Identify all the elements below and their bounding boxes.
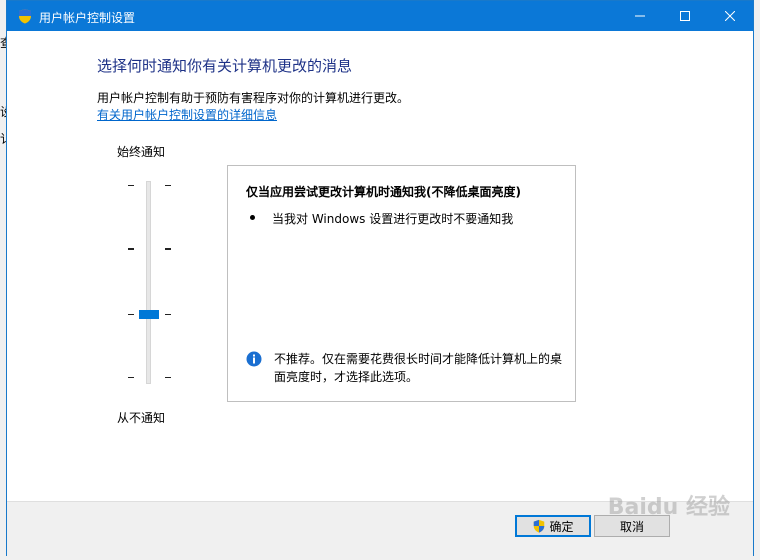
slider-top-label: 始终通知 bbox=[117, 145, 166, 159]
slider-tick bbox=[128, 377, 134, 378]
level-title: 仅当应用尝试更改计算机时通知我(不降低桌面亮度) bbox=[246, 185, 521, 199]
slider-tick bbox=[165, 248, 171, 250]
notification-level-slider-track[interactable] bbox=[146, 181, 151, 384]
close-icon bbox=[725, 11, 735, 21]
bullet-icon bbox=[250, 215, 255, 220]
page-heading: 选择何时通知你有关计算机更改的消息 bbox=[97, 57, 353, 75]
slider-tick bbox=[128, 248, 134, 250]
level-bullet-text: 当我对 Windows 设置进行更改时不要通知我 bbox=[272, 212, 514, 226]
slider-tick bbox=[128, 314, 134, 315]
info-icon bbox=[246, 351, 262, 367]
slider-tick bbox=[128, 185, 134, 186]
maximize-button[interactable] bbox=[662, 1, 708, 31]
slider-bottom-label: 从不通知 bbox=[117, 411, 166, 425]
close-button[interactable] bbox=[707, 1, 753, 31]
ok-button[interactable]: 确定 bbox=[515, 515, 591, 537]
uac-shield-icon bbox=[19, 9, 31, 24]
slider-tick bbox=[165, 185, 171, 186]
minimize-button[interactable] bbox=[617, 1, 663, 31]
level-note-text: 不推荐。仅在需要花费很长时间才能降低计算机上的桌面亮度时，才选择此选项。 bbox=[274, 352, 563, 384]
level-description-panel: 仅当应用尝试更改计算机时通知我(不降低桌面亮度) 当我对 Windows 设置进… bbox=[227, 165, 576, 402]
window-title: 用户帐户控制设置 bbox=[39, 11, 136, 25]
page-description: 用户帐户控制有助于预防有害程序对你的计算机进行更改。 bbox=[97, 91, 410, 105]
slider-thumb[interactable] bbox=[139, 310, 159, 319]
watermark: Baidu 经验 bbox=[607, 495, 730, 520]
maximize-icon bbox=[680, 11, 690, 21]
slider-tick bbox=[165, 377, 171, 378]
minimize-icon bbox=[635, 15, 645, 17]
title-bar[interactable]: 用户帐户控制设置 bbox=[7, 1, 753, 31]
uac-details-link[interactable]: 有关用户帐户控制设置的详细信息 bbox=[97, 106, 277, 123]
uac-settings-window: 用户帐户控制设置 选择何时通知你有关计算机更改的消息 用户帐户控制有助于预防有害… bbox=[6, 0, 754, 556]
slider-tick bbox=[165, 314, 171, 315]
uac-shield-icon bbox=[534, 519, 545, 533]
ok-button-label: 确定 bbox=[549, 519, 574, 534]
